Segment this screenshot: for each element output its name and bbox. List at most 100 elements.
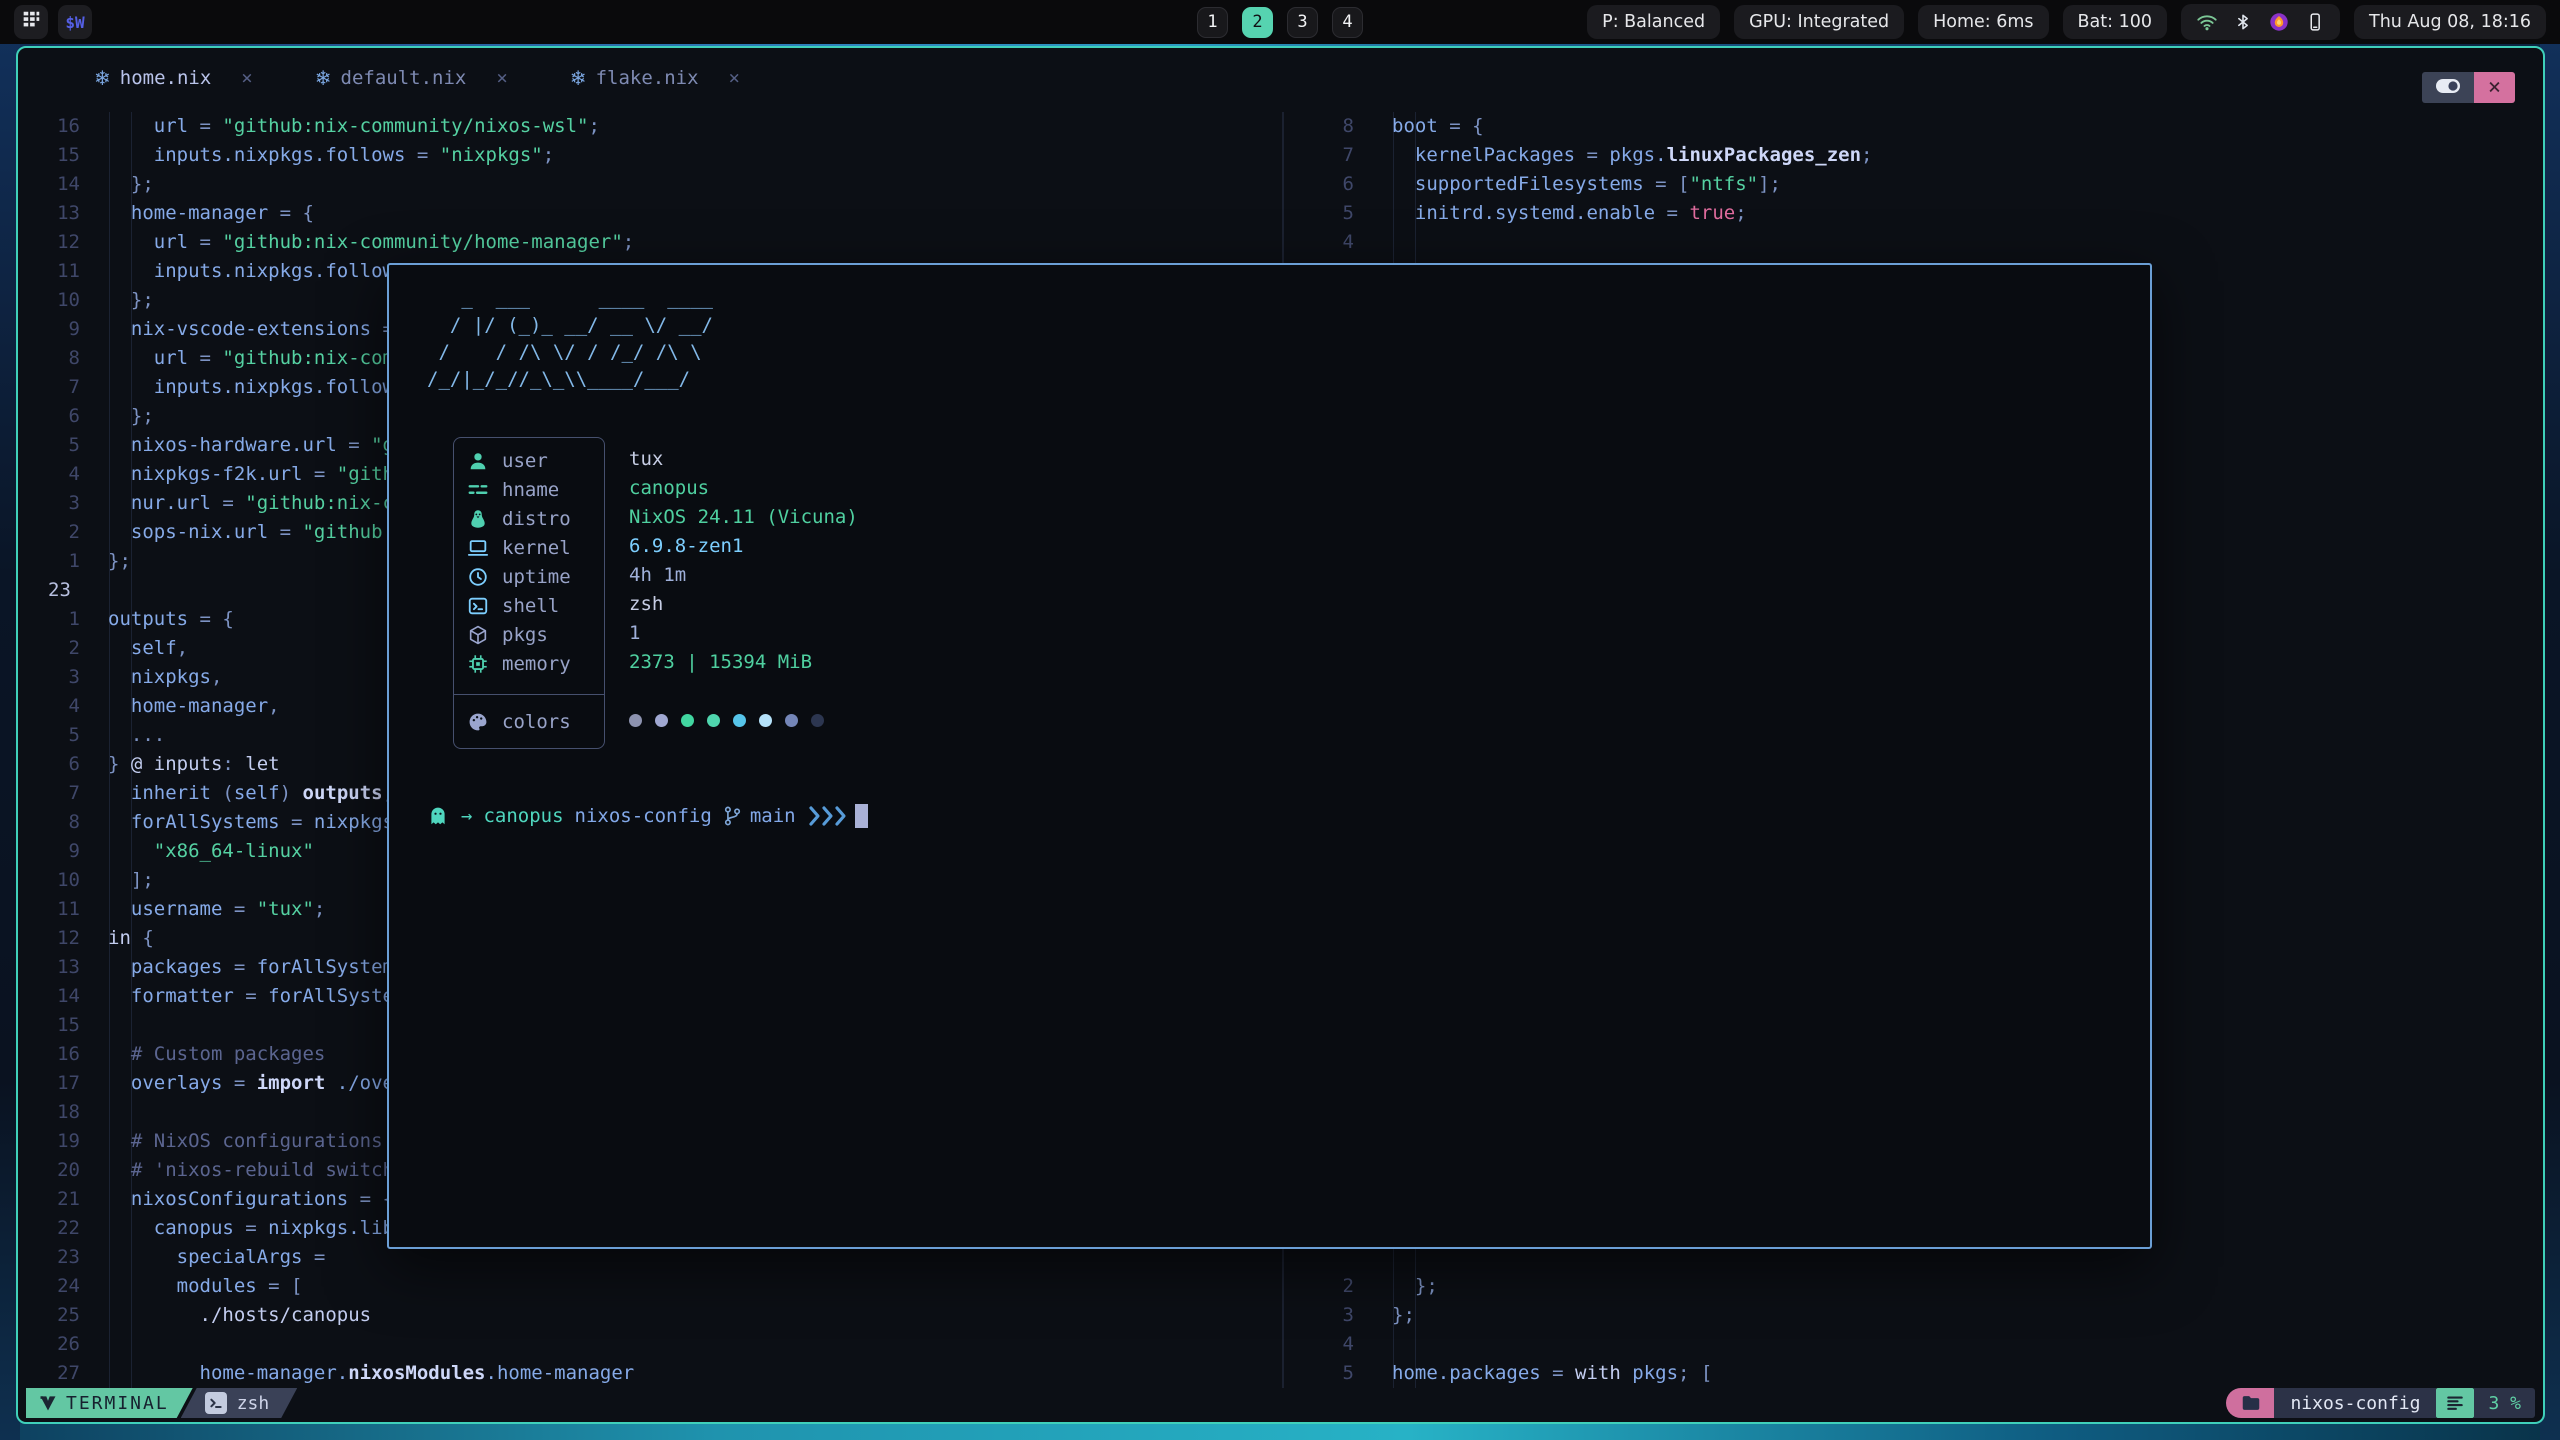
snowflake-icon: ❄: [94, 66, 111, 90]
line-number: 23: [48, 576, 104, 605]
tab-flake.nix[interactable]: ❄ flake.nix ×: [570, 66, 740, 90]
ghost-icon: [427, 805, 449, 827]
status-pill-0[interactable]: P: Balanced: [1587, 5, 1720, 39]
fetch-label: distro: [502, 508, 571, 530]
code-text: ];: [108, 866, 154, 895]
tab-close-icon[interactable]: ×: [729, 67, 740, 89]
color-dot-0: [629, 714, 642, 727]
working-directory-label: nixos-config: [2290, 1393, 2420, 1414]
prompt-directory: nixos-config: [575, 805, 712, 827]
fetch-label-box: userhnamedistrokerneluptimeshellpkgsmemo…: [453, 437, 605, 749]
code-line: 7 kernelPackages = pkgs.linuxPackages_ze…: [18, 141, 2543, 170]
nixos-ascii-logo: _ ___ ____ ____ / |/ (_)_ __/ __ \/ __/ …: [427, 285, 713, 393]
fetch-row-user: user: [454, 446, 604, 475]
prompt-chevrons-icon: [807, 804, 849, 828]
line-number: 12: [24, 924, 80, 953]
line-number: 7: [1308, 141, 1354, 170]
tab-default.nix[interactable]: ❄default.nix×: [315, 66, 508, 90]
scroll-indicator-icon-badge[interactable]: [2436, 1388, 2474, 1418]
code-text: };: [1392, 1301, 1415, 1330]
toggle-icon: [2433, 74, 2463, 102]
folder-badge[interactable]: [2226, 1388, 2274, 1418]
tab-close-icon[interactable]: ×: [496, 67, 507, 89]
ascii-art-line: _ ___ ____ ____: [427, 285, 713, 312]
user-icon: [467, 450, 489, 472]
line-number: 10: [24, 866, 80, 895]
color-dot-1: [655, 714, 668, 727]
vim-icon: [38, 1393, 58, 1413]
code-text: home.packages = with pkgs; [: [1392, 1359, 1712, 1388]
line-number: 23: [24, 1243, 80, 1272]
launcher-button[interactable]: [14, 5, 48, 39]
line-number: 3: [24, 489, 80, 518]
wifi-icon[interactable]: [2196, 11, 2218, 33]
window-close-button[interactable]: ×: [2474, 72, 2515, 103]
bluetooth-icon[interactable]: [2233, 11, 2253, 33]
code-text: nixpkgs,: [108, 663, 222, 692]
code-text: home-manager,: [108, 692, 280, 721]
ascii-art-line: / |/ (_)_ __/ __ \/ __/: [427, 312, 713, 339]
line-number: 14: [24, 982, 80, 1011]
code-text: boot = {: [1392, 112, 1484, 141]
tab-home.nix[interactable]: ❄home.nix×: [94, 66, 253, 90]
workspace-button-2[interactable]: 2: [1242, 7, 1273, 38]
tab-label: default.nix: [341, 67, 467, 89]
line-number: 4: [24, 460, 80, 489]
code-line: 4: [18, 228, 2543, 257]
workspace-button-1[interactable]: 1: [1197, 7, 1228, 38]
color-dot-7: [811, 714, 824, 727]
snowflake-icon: ❄: [570, 66, 587, 90]
code-line: 4: [18, 1330, 2543, 1359]
mode-indicator[interactable]: TERMINAL: [26, 1388, 193, 1418]
color-dot-4: [733, 714, 746, 727]
git-branch-icon: [723, 805, 742, 827]
code-text: formatter = forAllSystems: [108, 982, 417, 1011]
code-text: # NixOS configurations: [108, 1127, 383, 1156]
line-number: 11: [24, 257, 80, 286]
fetch-label: user: [502, 450, 548, 472]
code-text: packages = forAllSystems: [108, 953, 405, 982]
fetch-row-kernel: kernel: [454, 533, 604, 562]
tab-label: flake.nix: [596, 67, 699, 89]
line-number: 22: [24, 1214, 80, 1243]
tab-close-icon[interactable]: ×: [241, 67, 252, 89]
line-number: 5: [1308, 1359, 1354, 1388]
logo-button[interactable]: $W: [58, 5, 92, 39]
hue-icon[interactable]: [2268, 11, 2290, 33]
working-directory[interactable]: nixos-config: [2274, 1388, 2436, 1418]
code-text: # Custom packages: [108, 1040, 325, 1069]
code-text: in {: [108, 924, 154, 953]
system-tray: [2181, 4, 2340, 40]
status-pill-2[interactable]: Home: 6ms: [1918, 5, 2048, 39]
workspace-button-3[interactable]: 3: [1287, 7, 1318, 38]
memory-icon: [467, 653, 489, 675]
fetch-label: colors: [502, 711, 571, 733]
status-pill-1[interactable]: GPU: Integrated: [1734, 5, 1904, 39]
status-pill-3[interactable]: Bat: 100: [2063, 5, 2167, 39]
palette-icon: [467, 711, 489, 733]
fetch-label: pkgs: [502, 624, 548, 646]
line-number: 19: [24, 1127, 80, 1156]
code-text: nixosConfigurations = {: [108, 1185, 394, 1214]
line-number: 7: [24, 779, 80, 808]
line-number: 21: [24, 1185, 80, 1214]
line-number: 5: [24, 721, 80, 750]
workspace-button-4[interactable]: 4: [1332, 7, 1363, 38]
phone-icon[interactable]: [2305, 11, 2325, 33]
terminal-window: 16 url = "github:nix-community/nixos-wsl…: [16, 46, 2545, 1424]
line-number: 17: [24, 1069, 80, 1098]
floating-terminal-pane[interactable]: _ ___ ____ ____ / |/ (_)_ __/ __ \/ __/ …: [387, 263, 2152, 1249]
fetch-value-user: tux: [629, 445, 858, 474]
pkgs-icon: [467, 624, 489, 646]
line-number: 10: [24, 286, 80, 315]
clock[interactable]: Thu Aug 08, 18:16: [2354, 5, 2546, 39]
pin-toggle-button[interactable]: [2422, 72, 2474, 103]
terminal-prompt[interactable]: → canopus nixos-config main: [427, 801, 868, 830]
line-number: 7: [24, 373, 80, 402]
scroll-percentage[interactable]: 3 %: [2474, 1388, 2535, 1418]
shell-tab[interactable]: zsh: [181, 1388, 298, 1418]
code-text: supportedFilesystems = ["ntfs"];: [1392, 170, 1781, 199]
status-pills: P: Balanced GPU: Integrated Home: 6ms Bat: …: [1587, 5, 2167, 39]
line-number: 20: [24, 1156, 80, 1185]
line-number: 3: [24, 663, 80, 692]
